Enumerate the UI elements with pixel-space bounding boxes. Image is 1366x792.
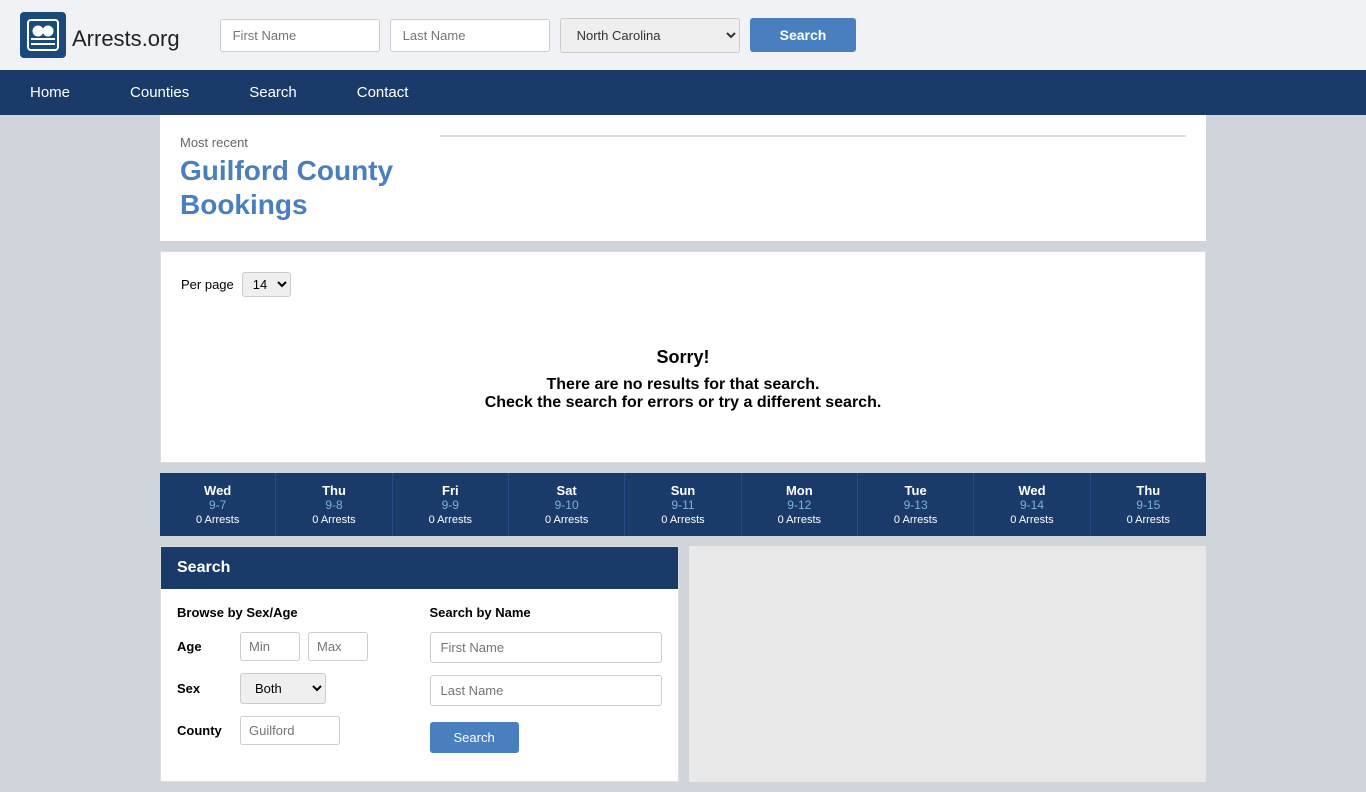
nav-home[interactable]: Home: [0, 70, 100, 115]
day-item: Fri 9-9 0 Arrests: [393, 473, 509, 536]
day-arrests: 0 Arrests: [629, 514, 736, 526]
per-page-select[interactable]: 14 25 50: [242, 272, 291, 297]
no-results-line1: There are no results for that search.: [201, 376, 1165, 394]
browse-title: Browse by Sex/Age: [177, 605, 410, 620]
day-name: Wed: [164, 483, 271, 498]
day-date[interactable]: 9-8: [280, 498, 387, 512]
day-arrests: 0 Arrests: [164, 514, 271, 526]
day-arrests: 0 Arrests: [397, 514, 504, 526]
search-panel-body: Browse by Sex/Age Age Sex Both Male Fema: [161, 589, 678, 781]
age-label: Age: [177, 639, 232, 654]
sidebar-content: Most recent Guilford County Bookings: [160, 115, 1206, 241]
day-name: Wed: [978, 483, 1085, 498]
no-results-title: Sorry!: [201, 347, 1165, 368]
per-page-row: Per page 14 25 50: [181, 272, 1185, 297]
age-row: Age: [177, 632, 410, 661]
browse-section: Browse by Sex/Age Age Sex Both Male Fema: [177, 605, 410, 765]
day-arrests: 0 Arrests: [862, 514, 969, 526]
days-bar: Wed 9-7 0 Arrests Thu 9-8 0 Arrests Fri …: [160, 473, 1206, 536]
search-panel-header: Search: [161, 547, 678, 589]
day-date[interactable]: 9-12: [746, 498, 853, 512]
search-last-name-input[interactable]: [430, 675, 663, 706]
county-label: County: [177, 723, 232, 738]
day-item: Wed 9-7 0 Arrests: [160, 473, 276, 536]
search-panel: Search Browse by Sex/Age Age Sex: [160, 546, 679, 782]
first-name-row: [430, 632, 663, 663]
day-item: Sun 9-11 0 Arrests: [625, 473, 741, 536]
right-ad-area: [689, 546, 1206, 782]
day-arrests: 0 Arrests: [1095, 514, 1202, 526]
day-item: Mon 9-12 0 Arrests: [742, 473, 858, 536]
header: Arrests.org North Carolina Search: [0, 0, 1366, 70]
day-date[interactable]: 9-10: [513, 498, 620, 512]
top-white-area: Most recent Guilford County Bookings: [160, 115, 1206, 241]
logo-icon: [20, 12, 66, 58]
search-section-wrapper: Search Browse by Sex/Age Age Sex: [160, 546, 1206, 782]
day-date[interactable]: 9-9: [397, 498, 504, 512]
day-item: Wed 9-14 0 Arrests: [974, 473, 1090, 536]
nav-search[interactable]: Search: [219, 70, 327, 115]
day-name: Tue: [862, 483, 969, 498]
logo-suffix: .org: [142, 26, 180, 51]
day-name: Sat: [513, 483, 620, 498]
day-date[interactable]: 9-13: [862, 498, 969, 512]
day-name: Thu: [1095, 483, 1202, 498]
search-submit-button[interactable]: Search: [430, 722, 519, 753]
county-input[interactable]: [240, 716, 340, 745]
age-max-input[interactable]: [308, 632, 368, 661]
age-min-input[interactable]: [240, 632, 300, 661]
right-content: [420, 115, 1206, 241]
sex-select[interactable]: Both Male Female: [240, 673, 326, 704]
day-name: Mon: [746, 483, 853, 498]
header-first-name-input[interactable]: [220, 19, 380, 52]
main-container: Most recent Guilford County Bookings Per…: [0, 115, 1366, 782]
per-page-label: Per page: [181, 277, 234, 292]
search-first-name-input[interactable]: [430, 632, 663, 663]
day-name: Thu: [280, 483, 387, 498]
results-box: Per page 14 25 50 Sorry! There are no re…: [160, 251, 1206, 463]
divider-line: [440, 135, 1186, 137]
day-arrests: 0 Arrests: [280, 514, 387, 526]
header-last-name-input[interactable]: [390, 19, 550, 52]
nav-counties[interactable]: Counties: [100, 70, 219, 115]
day-arrests: 0 Arrests: [746, 514, 853, 526]
day-date[interactable]: 9-11: [629, 498, 736, 512]
nav-contact[interactable]: Contact: [327, 70, 439, 115]
sex-label: Sex: [177, 681, 232, 696]
state-select[interactable]: North Carolina: [560, 18, 740, 53]
logo-text: Arrests.org: [72, 17, 180, 54]
logo[interactable]: Arrests.org: [20, 12, 180, 58]
no-results-line2: Check the search for errors or try a dif…: [201, 394, 1165, 412]
county-title: Guilford County Bookings: [180, 154, 400, 221]
day-name: Sun: [629, 483, 736, 498]
day-date[interactable]: 9-14: [978, 498, 1085, 512]
logo-arrests: Arrests: [72, 26, 142, 51]
name-section: Search by Name Search: [430, 605, 663, 765]
search-submit-row: Search: [430, 718, 663, 753]
last-name-row: [430, 675, 663, 706]
name-title: Search by Name: [430, 605, 663, 620]
nav: Home Counties Search Contact: [0, 70, 1366, 115]
day-item: Sat 9-10 0 Arrests: [509, 473, 625, 536]
day-name: Fri: [397, 483, 504, 498]
most-recent-label: Most recent: [180, 135, 400, 150]
day-arrests: 0 Arrests: [978, 514, 1085, 526]
page-wrapper: Arrests.org North Carolina Search Home C…: [0, 0, 1366, 782]
no-results: Sorry! There are no results for that sea…: [181, 317, 1185, 442]
day-item: Tue 9-13 0 Arrests: [858, 473, 974, 536]
day-item: Thu 9-15 0 Arrests: [1091, 473, 1206, 536]
header-inputs: North Carolina Search: [220, 18, 1346, 53]
day-item: Thu 9-8 0 Arrests: [276, 473, 392, 536]
day-arrests: 0 Arrests: [513, 514, 620, 526]
day-date[interactable]: 9-7: [164, 498, 271, 512]
header-search-button[interactable]: Search: [750, 18, 857, 52]
day-date[interactable]: 9-15: [1095, 498, 1202, 512]
sex-row: Sex Both Male Female: [177, 673, 410, 704]
left-sidebar: Most recent Guilford County Bookings: [160, 115, 420, 241]
county-row: County: [177, 716, 410, 745]
